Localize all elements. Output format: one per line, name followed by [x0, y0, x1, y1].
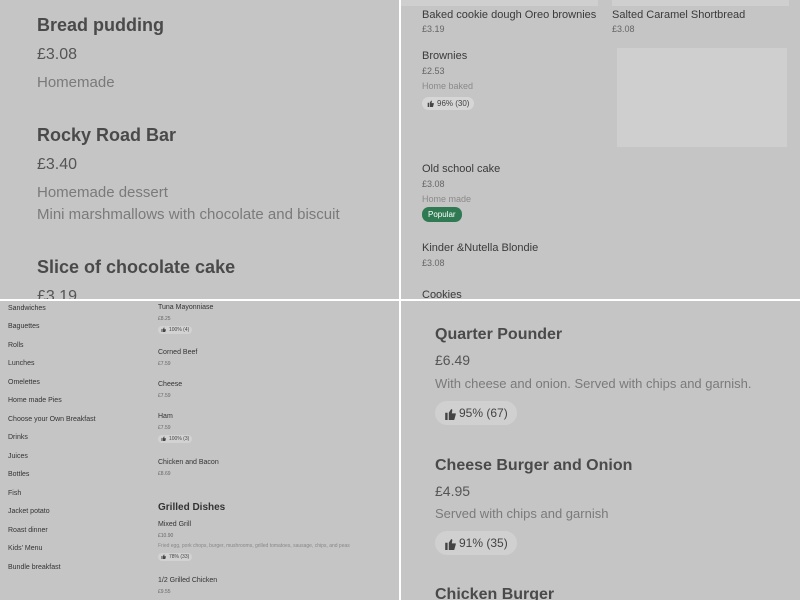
item-name[interactable]: Cheese Burger and Onion [435, 457, 632, 475]
item-price: £3.19 [37, 288, 78, 299]
item-image [617, 48, 787, 147]
item-price: £2.53 [422, 66, 445, 76]
item-price: £3.08 [37, 46, 78, 63]
item-name[interactable]: Kinder &Nutella Blondie [422, 242, 538, 254]
item-description: Home made [422, 194, 472, 204]
item-name[interactable]: Mixed Grill [158, 521, 191, 528]
panel-category-menu: Sandwiches Baguettes Rolls Lunches Omele… [0, 301, 399, 600]
popular-badge: Popular [422, 207, 462, 222]
item-description: Fried egg, pork chops, burger, mushrooms… [158, 543, 350, 549]
sidebar-item[interactable]: Jacket potato [8, 508, 50, 515]
sidebar-item[interactable]: Drinks [8, 434, 28, 441]
item-price: £6.49 [435, 352, 471, 368]
item-price: £8.69 [158, 471, 171, 477]
sidebar-item[interactable]: Home made Pies [8, 397, 62, 404]
item-name: Bread pudding [37, 15, 164, 35]
rating-badge: 91% (35) [435, 531, 517, 555]
menu-item[interactable]: Slice of chocolate cake £3.19 [37, 257, 235, 299]
item-price: £7.59 [158, 393, 171, 399]
panel-desserts-large: Bread pudding £3.08 Homemade Rocky Road … [0, 0, 399, 299]
item-price: £4.95 [435, 483, 471, 499]
item-name[interactable]: Brownies [422, 50, 467, 62]
item-price: £3.08 [612, 24, 635, 34]
item-description-line-2: Mini marshmallows with chocolate and bis… [37, 206, 340, 223]
sidebar-item[interactable]: Roast dinner [8, 527, 48, 534]
item-image [401, 0, 598, 6]
item-description-line-1: Homemade dessert [37, 184, 168, 201]
section-title: Grilled Dishes [158, 502, 226, 513]
item-price: £7.59 [158, 425, 171, 431]
rating-value: 95% (67) [459, 406, 508, 420]
sidebar-item[interactable]: Bundle breakfast [8, 564, 61, 571]
rating-badge: 78% (33) [158, 553, 193, 561]
sidebar-item[interactable]: Lunches [8, 360, 34, 367]
item-description: With cheese and onion. Served with chips… [435, 376, 752, 391]
item-name[interactable]: 1/2 Grilled Chicken [158, 577, 217, 584]
thumbs-up-icon [427, 100, 434, 108]
item-description: Homemade dessert Mini marshmallows with … [37, 182, 340, 226]
thumbs-up-icon [161, 436, 166, 442]
thumbs-up-icon [161, 554, 166, 560]
thumbs-up-icon [445, 538, 456, 550]
menu-item[interactable]: Rocky Road Bar £3.40 Homemade dessert Mi… [37, 125, 340, 226]
item-name: Slice of chocolate cake [37, 257, 236, 277]
item-name[interactable]: Tuna Mayonniase [158, 304, 213, 311]
item-name[interactable]: Cookies [422, 289, 462, 299]
rating-badge: 100% (3) [158, 435, 193, 443]
rating-value: 100% (3) [169, 436, 190, 442]
item-name[interactable]: Chicken Burger [435, 586, 554, 600]
sidebar-item[interactable]: Kids' Menu [8, 545, 42, 552]
item-description: Served with chips and garnish [435, 506, 609, 521]
item-description: Home baked [422, 81, 474, 91]
rating-value: 96% (30) [437, 99, 470, 108]
item-price: £3.19 [422, 24, 445, 34]
sidebar-item[interactable]: Choose your Own Breakfast [8, 416, 96, 423]
sidebar-item[interactable]: Baguettes [8, 323, 40, 330]
item-name[interactable]: Old school cake [422, 163, 500, 175]
item-price: £3.08 [422, 258, 445, 268]
rating-value: 78% (33) [169, 554, 190, 560]
item-name[interactable]: Quarter Pounder [435, 326, 562, 344]
rating-value: 100% (4) [169, 327, 190, 333]
item-image [612, 0, 789, 6]
sidebar-item[interactable]: Fish [8, 490, 21, 497]
item-price: £8.25 [158, 316, 171, 322]
panel-burgers: Quarter Pounder £6.49 With cheese and on… [401, 301, 800, 600]
item-price: £10.90 [158, 533, 174, 539]
item-name: Rocky Road Bar [37, 125, 177, 145]
item-price: £7.59 [158, 361, 171, 367]
item-name[interactable]: Corned Beef [158, 349, 197, 356]
panel-desserts-grid: Baked cookie dough Oreo brownies £3.19 S… [401, 0, 800, 299]
thumbs-up-icon [445, 408, 456, 420]
rating-badge: 96% (30) [422, 97, 475, 110]
sidebar-item[interactable]: Omelettes [8, 379, 40, 386]
item-name[interactable]: Salted Caramel Shortbread [612, 9, 745, 21]
screenshot-grid: Bread pudding £3.08 Homemade Rocky Road … [0, 0, 800, 600]
sidebar-item[interactable]: Juices [8, 453, 28, 460]
item-description: Homemade [37, 74, 115, 91]
rating-value: 91% (35) [459, 536, 508, 550]
item-name[interactable]: Ham [158, 413, 173, 420]
item-price: £9.55 [158, 589, 171, 595]
thumbs-up-icon [161, 327, 166, 333]
sidebar-item[interactable]: Rolls [8, 342, 24, 349]
rating-badge: 100% (4) [158, 326, 193, 334]
item-name[interactable]: Baked cookie dough Oreo brownies [422, 9, 596, 21]
menu-item[interactable]: Bread pudding £3.08 Homemade [37, 15, 164, 94]
item-name[interactable]: Cheese [158, 381, 182, 388]
item-name[interactable]: Chicken and Bacon [158, 459, 219, 466]
item-price: £3.40 [37, 156, 78, 173]
item-price: £3.08 [422, 179, 445, 189]
rating-badge: 95% (67) [435, 401, 517, 425]
sidebar-item[interactable]: Bottles [8, 471, 29, 478]
sidebar-item[interactable]: Sandwiches [8, 305, 46, 312]
